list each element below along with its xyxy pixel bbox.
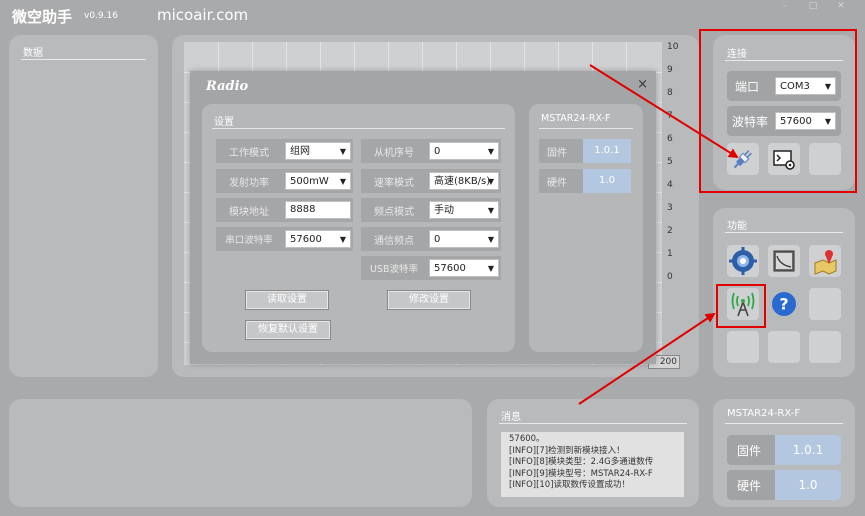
arrow-to-radio bbox=[578, 312, 716, 405]
arrow-to-connect bbox=[589, 64, 739, 159]
annotation-arrows bbox=[578, 64, 739, 405]
